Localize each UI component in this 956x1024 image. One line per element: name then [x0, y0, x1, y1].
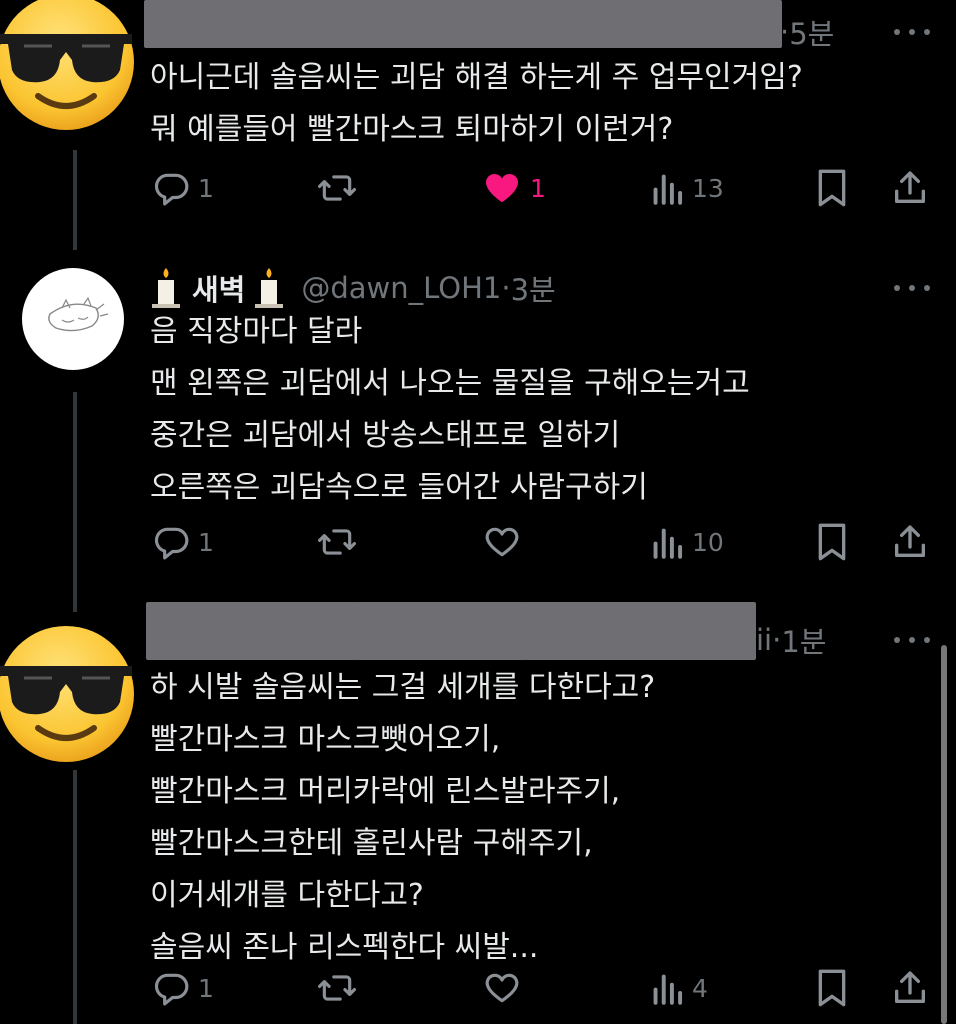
avatar[interactable] [0, 622, 138, 766]
scrollbar[interactable] [941, 645, 947, 1024]
timestamp[interactable]: 1분 [781, 619, 826, 661]
share-icon [895, 971, 925, 1003]
censored-name-block [146, 602, 356, 660]
avatar-drawing-icon [48, 296, 109, 332]
separator: · [501, 271, 511, 305]
reply-icon [154, 973, 189, 1006]
candle-icon [152, 268, 180, 308]
view-count: 10 [692, 527, 724, 557]
text-line: 빨간마스크한테 홀린사람 구해주기, [150, 826, 593, 861]
views-button[interactable]: 4 [650, 966, 708, 1010]
action-bar: 1 10 [0, 520, 956, 564]
tweet-header: ii · 1분 [756, 620, 826, 660]
text-line: 하 시발 솔음씨는 그걸 세개를 다한다고? [150, 670, 656, 705]
candle-icon [255, 268, 284, 308]
reply-count: 1 [198, 973, 214, 1003]
tweet-text: 하 시발 솔음씨는 그걸 세개를 다한다고? 빨간마스크 마스크뺏어오기, 빨간… [150, 662, 655, 974]
like-icon [485, 173, 519, 203]
tweet-3[interactable]: ii · 1분 하 시발 솔음씨는 그걸 세개를 다한다고? 빨간마스크 마스크… [0, 600, 956, 1024]
tweet-header: · 5분 [780, 12, 834, 52]
action-bar: 1 1 13 [0, 166, 956, 210]
share-icon [895, 525, 925, 557]
share-button[interactable] [890, 166, 930, 210]
reply-button[interactable]: 1 [152, 166, 214, 210]
reply-icon [154, 527, 189, 560]
reply-count: 1 [198, 527, 214, 557]
bookmark-button[interactable] [814, 520, 850, 564]
timestamp[interactable]: 3분 [511, 267, 556, 309]
avatar[interactable] [0, 0, 138, 134]
retweet-button[interactable] [316, 166, 358, 210]
bookmark-button[interactable] [814, 166, 850, 210]
text-line: 맨 왼쪽은 괴담에서 나오는 물질을 구해오는거고 [150, 366, 750, 401]
reply-count: 1 [198, 173, 214, 203]
retweet-icon [318, 175, 356, 201]
retweet-button[interactable] [316, 966, 358, 1010]
censored-name-block [354, 602, 528, 660]
text-line: 오른쪽은 괴담속으로 들어간 사람구하기 [150, 470, 648, 505]
views-button[interactable]: 13 [650, 166, 724, 210]
text-line: 빨간마스크 머리카락에 린스발라주기, [150, 774, 621, 809]
views-icon [653, 974, 683, 1005]
retweet-button[interactable] [316, 520, 358, 564]
views-icon [653, 174, 683, 205]
handle[interactable]: @dawn_LOH1 [301, 271, 501, 305]
reply-button[interactable]: 1 [152, 966, 214, 1010]
views-icon [653, 528, 683, 559]
like-button[interactable]: 1 [482, 166, 546, 210]
sunglasses-emoji-icon [0, 626, 134, 762]
text-line: 중간은 괴담에서 방송스태프로 일하기 [150, 418, 621, 453]
text-line: 아니근데 솔음씨는 괴담 해결 하는게 주 업무인거임? [150, 60, 803, 95]
like-count: 1 [530, 173, 546, 203]
bookmark-icon [818, 169, 846, 207]
tweet-2[interactable]: 새벽 @dawn_LOH1 · 3분 음 직장마다 달라 맨 왼쪽은 괴담에서 … [0, 240, 956, 610]
more-icon[interactable] [894, 24, 930, 40]
display-name[interactable]: 새벽 [192, 267, 245, 309]
views-button[interactable]: 10 [650, 520, 724, 564]
censored-name-block [364, 0, 558, 48]
text-line: 뭐 예를들어 빨간마스크 퇴마하기 이런거? [150, 112, 674, 147]
share-icon [895, 171, 925, 203]
retweet-icon [318, 529, 356, 555]
name-suffix[interactable]: ii [756, 623, 772, 657]
text-line: 이거세개를 다한다고? [150, 878, 424, 913]
tweet-header: 새벽 @dawn_LOH1 · 3분 [148, 268, 556, 308]
bookmark-icon [818, 523, 846, 561]
censored-name-block [554, 0, 782, 48]
tweet-1[interactable]: · 5분 아니근데 솔음씨는 괴담 해결 하는게 주 업무인거임? 뭐 예를들어… [0, 0, 956, 240]
tweet-text: 음 직장마다 달라 맨 왼쪽은 괴담에서 나오는 물질을 구해오는거고 중간은 … [150, 306, 750, 514]
share-button[interactable] [890, 966, 930, 1010]
action-bar: 1 4 [0, 966, 956, 1010]
share-button[interactable] [890, 520, 930, 564]
reply-button[interactable]: 1 [152, 520, 214, 564]
more-icon[interactable] [894, 280, 930, 296]
separator: · [772, 623, 782, 657]
like-button[interactable] [482, 966, 522, 1010]
bookmark-button[interactable] [814, 966, 850, 1010]
view-count: 13 [692, 173, 724, 203]
avatar[interactable] [22, 268, 124, 370]
like-button[interactable] [482, 520, 522, 564]
reply-icon [154, 173, 189, 206]
timestamp[interactable]: 5분 [789, 11, 834, 53]
separator: · [780, 15, 790, 49]
censored-name-block [526, 602, 756, 660]
tweet-text: 아니근데 솔음씨는 괴담 해결 하는게 주 업무인거임? 뭐 예를들어 빨간마스… [150, 52, 803, 156]
censored-name-block [144, 0, 366, 48]
bookmark-icon [818, 969, 846, 1007]
retweet-icon [318, 975, 356, 1001]
text-line: 음 직장마다 달라 [150, 314, 363, 349]
like-icon [485, 973, 519, 1003]
sunglasses-emoji-icon [0, 0, 134, 130]
more-icon[interactable] [894, 632, 930, 648]
like-icon [485, 527, 519, 557]
view-count: 4 [692, 973, 708, 1003]
text-line: 빨간마스크 마스크뺏어오기, [150, 722, 501, 757]
